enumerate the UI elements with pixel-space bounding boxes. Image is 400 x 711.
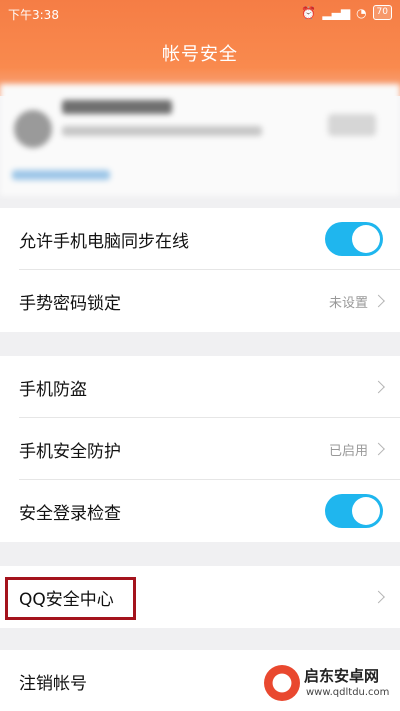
watermark: 启东安卓网 www.qdltdu.com xyxy=(264,663,394,707)
row-safe-login-check[interactable]: 安全登录检查 xyxy=(0,480,400,542)
status-time: 下午3:38 xyxy=(8,8,59,22)
header-bar: 下午3:38 ⏰ ▂▄▆ ◔ 70 帐号安全 xyxy=(0,0,400,96)
row-label: 注销帐号 xyxy=(19,673,87,694)
row-sync-online[interactable]: 允许手机电脑同步在线 xyxy=(0,208,400,270)
row-gesture-lock[interactable]: 手势密码锁定 未设置 xyxy=(0,270,400,332)
status-bar: 下午3:38 ⏰ ▂▄▆ ◔ 70 xyxy=(0,0,400,28)
row-value: 未设置 xyxy=(328,295,368,311)
alarm-icon: ⏰ xyxy=(301,5,317,20)
account-link-blurred[interactable] xyxy=(12,170,110,180)
row-security-protection[interactable]: 手机安全防护 已启用 xyxy=(0,418,400,480)
row-label: 允许手机电脑同步在线 xyxy=(19,231,189,252)
signal-icon: ▂▄▆ xyxy=(322,5,351,20)
account-card-blurred[interactable] xyxy=(0,84,400,196)
row-label: 手机防盗 xyxy=(19,379,87,400)
status-icons: ⏰ ▂▄▆ ◔ 70 xyxy=(301,5,392,20)
settings-group-2: 手机防盗 手机安全防护 已启用 安全登录检查 xyxy=(0,356,400,542)
battery-icon: 70 xyxy=(372,5,392,20)
chevron-right-icon xyxy=(372,590,385,604)
watermark-url: www.qdltdu.com xyxy=(306,687,390,698)
chevron-right-icon xyxy=(372,294,385,308)
account-action-button-blurred[interactable] xyxy=(328,114,376,136)
row-anti-theft[interactable]: 手机防盗 xyxy=(0,356,400,418)
row-label: 手势密码锁定 xyxy=(19,293,121,314)
chevron-right-icon xyxy=(372,380,385,394)
sync-online-toggle[interactable] xyxy=(325,222,383,256)
watermark-name: 启东安卓网 xyxy=(304,667,380,685)
watermark-logo-icon xyxy=(264,665,300,701)
highlight-box xyxy=(5,577,136,620)
settings-group-1: 允许手机电脑同步在线 手势密码锁定 未设置 xyxy=(0,208,400,332)
safe-login-toggle[interactable] xyxy=(325,494,383,528)
page-title: 帐号安全 xyxy=(162,44,238,65)
wifi-icon: ◔ xyxy=(356,5,367,20)
chevron-right-icon xyxy=(372,442,385,456)
account-name-blurred xyxy=(62,100,172,114)
row-label: 手机安全防护 xyxy=(19,441,121,462)
avatar xyxy=(14,110,52,148)
toggle-knob xyxy=(352,497,380,525)
row-label: 安全登录检查 xyxy=(19,503,121,524)
account-info-blurred xyxy=(62,126,262,136)
toggle-knob xyxy=(352,225,380,253)
row-value: 已启用 xyxy=(328,443,368,459)
